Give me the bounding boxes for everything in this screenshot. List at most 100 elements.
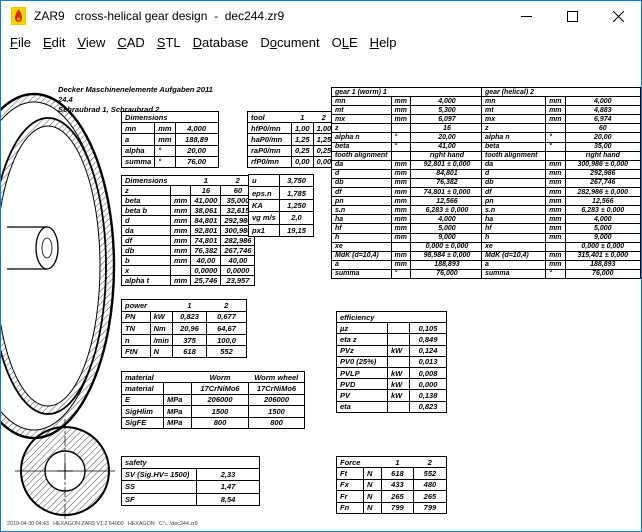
table-cell: [546, 151, 565, 160]
menu-item-view[interactable]: View: [77, 35, 105, 50]
table-cell: [171, 186, 191, 196]
power-grid: power12PNkW0,8230,677TNNm20,9664,67n/min…: [121, 299, 247, 358]
table-cell: mm: [171, 206, 191, 216]
table-cell: 0,0000: [191, 266, 221, 276]
table-cell: 12,566: [410, 197, 483, 206]
menu-item-database[interactable]: Database: [193, 35, 249, 50]
window-title: ZAR9 cross-helical gear design - dec244.…: [34, 9, 284, 23]
gear2-grid: gear (helical) 2mnmm4,000mtmm4,883mxmm6,…: [481, 87, 641, 279]
table-cell: mm: [171, 256, 191, 266]
table-cell: 0,105: [410, 323, 447, 334]
table-cell: 1: [381, 457, 413, 468]
table-cell: beta: [482, 142, 546, 151]
table-cell: raP0/mn: [248, 145, 292, 156]
table-cell: 84,801: [191, 216, 221, 226]
table-cell: [150, 300, 172, 312]
menu-item-cad[interactable]: CAD: [117, 35, 144, 50]
table-cell: pn: [332, 197, 392, 206]
table-cell: 0,000: [410, 379, 447, 390]
table-cell: mm: [546, 178, 565, 187]
table-cell: mn: [332, 97, 392, 106]
table-cell: 0,013: [410, 356, 447, 367]
table-cell: beta: [332, 142, 392, 151]
table-cell: 98,984 ± 0,000: [410, 251, 483, 260]
table-cell: 265: [413, 491, 446, 502]
table-cell: °: [546, 269, 565, 278]
table-cell: µz: [337, 323, 388, 334]
table-cell: db: [482, 178, 546, 187]
table-cell: mm: [546, 206, 565, 215]
table-cell: mt: [332, 106, 392, 115]
table-cell: PVz: [337, 345, 388, 356]
table-cell: Worm: [192, 372, 249, 383]
table-cell: mm: [171, 246, 191, 256]
menu-item-help[interactable]: Help: [370, 35, 397, 50]
table-cell: [171, 266, 191, 276]
table-cell: 5,000: [565, 224, 640, 233]
table-cell: 38,061: [191, 206, 221, 216]
window-controls: [503, 1, 641, 31]
table-cell: 25,746: [191, 276, 221, 286]
force-grid: Force12FtN618552FxN433480FrN265265FnN799…: [336, 456, 447, 514]
table-cell: tooth alignment: [482, 151, 546, 160]
table-cell: h: [332, 233, 392, 242]
table-cell: [546, 124, 565, 133]
minimize-icon: [521, 11, 532, 22]
menu-item-edit[interactable]: Edit: [43, 35, 65, 50]
table-cell: N: [363, 491, 381, 502]
table-cell: kW: [150, 311, 172, 323]
table-cell: KA: [249, 199, 280, 211]
table-cell: summa: [332, 269, 392, 278]
minimize-button[interactable]: [503, 1, 549, 31]
table-cell: 282,986 ± 0,000: [565, 188, 640, 197]
table-cell: 206000: [192, 394, 249, 405]
status-line: 2019-04-30 04:43 HEXAGON ZAR9 V1.2 64000…: [7, 521, 198, 527]
table-cell: 1: [191, 176, 221, 186]
table-cell: 1,25: [292, 134, 314, 145]
table-cell: kW: [388, 390, 410, 401]
table-cell: E: [122, 394, 164, 405]
table-cell: alpha: [122, 145, 155, 156]
table-cell: mm: [391, 224, 410, 233]
table-cell: rfP0/mn: [248, 156, 292, 167]
table-cell: mm: [171, 236, 191, 246]
table-cell: ha: [332, 215, 392, 224]
table-cell: °: [391, 142, 410, 151]
table-title: Dimensions: [122, 112, 219, 123]
menu-item-file[interactable]: File: [10, 35, 31, 50]
table-cell: [363, 457, 381, 468]
safety-table: safetySV (Sig.HV= 1500)2,33SS1,47SF8,54: [121, 456, 260, 506]
table-cell: 2: [413, 457, 446, 468]
table-cell: 267,746: [565, 178, 640, 187]
menu-item-document[interactable]: Document: [260, 35, 319, 50]
table-cell: [164, 383, 192, 394]
table-cell: 16: [410, 124, 483, 133]
table-cell: 20,00: [175, 145, 218, 156]
efficiency-table: efficiencyµz0,105eta z0,849PVzkW0,124PV0…: [336, 311, 447, 413]
doc-header-project: Decker Maschinenelemente Aufgaben 2011: [58, 85, 213, 95]
table-cell: [388, 334, 410, 345]
table-cell: 20,96: [173, 323, 207, 335]
menu-item-stl[interactable]: STL: [157, 35, 181, 50]
table-cell: 552: [413, 468, 446, 479]
close-button[interactable]: [595, 1, 641, 31]
table-cell: eta z: [337, 334, 388, 345]
table-cell: z: [332, 124, 392, 133]
menu-item-ole[interactable]: OLE: [332, 35, 358, 50]
table-cell: [391, 242, 410, 251]
table-cell: Force: [337, 457, 364, 468]
maximize-button[interactable]: [549, 1, 595, 31]
table-cell: 1500: [192, 406, 249, 417]
table-cell: 6,097: [410, 115, 483, 124]
table-cell: summa: [122, 156, 155, 167]
table-cell: kW: [388, 367, 410, 378]
table-cell: mm: [546, 197, 565, 206]
table-cell: /min: [150, 334, 172, 346]
table-cell: 16: [191, 186, 221, 196]
table-cell: [391, 124, 410, 133]
table-cell: eta: [337, 401, 388, 412]
table-cell: Fn: [337, 502, 364, 513]
table-cell: db: [332, 178, 392, 187]
table-cell: mm: [171, 276, 191, 286]
table-title: efficiency: [337, 312, 447, 323]
